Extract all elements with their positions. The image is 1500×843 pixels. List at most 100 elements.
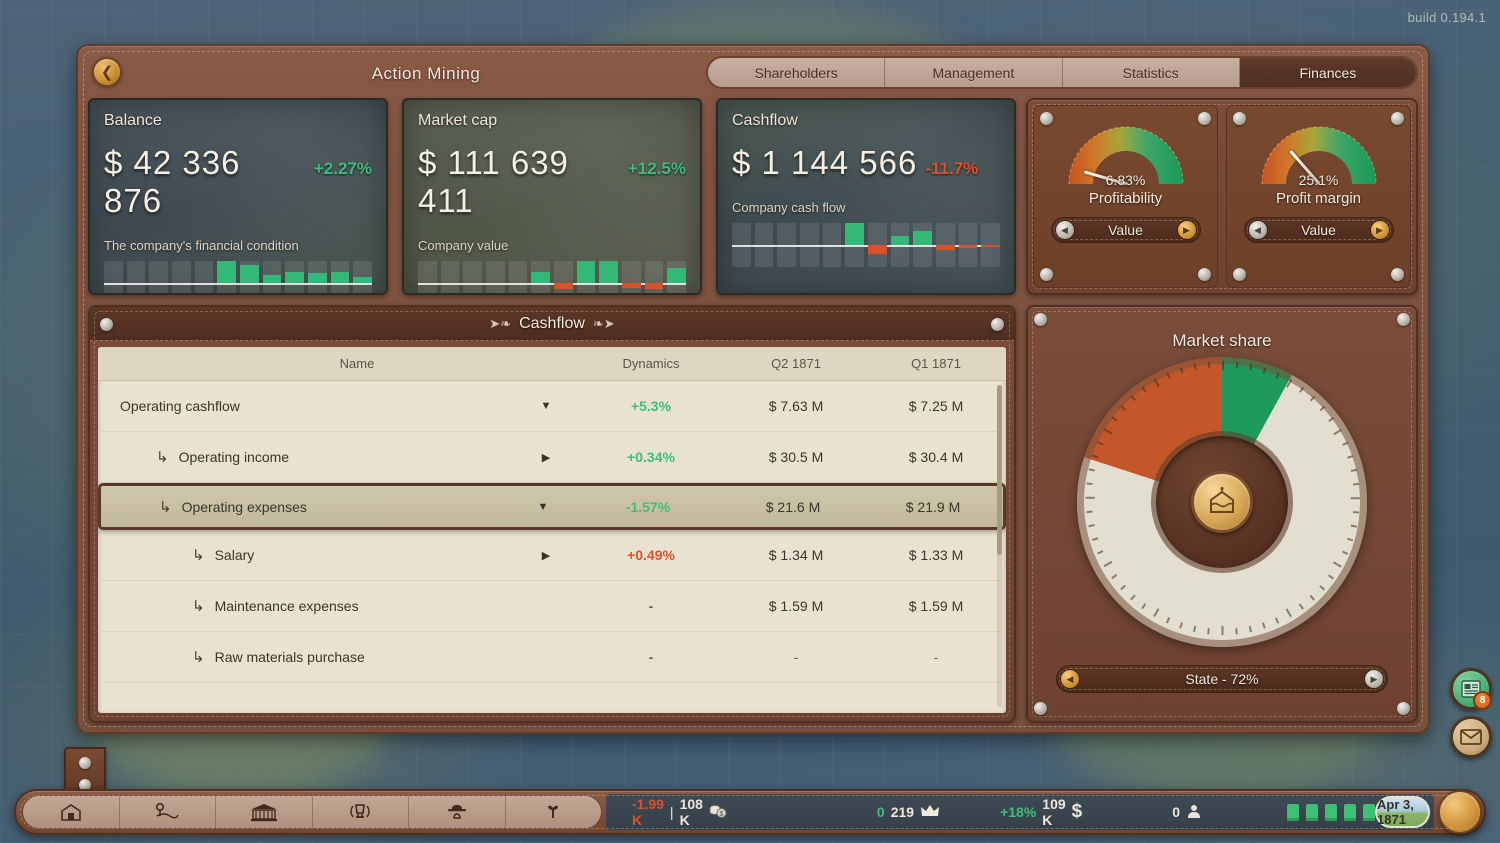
- speed-bar[interactable]: [1306, 803, 1319, 821]
- tree-icon[interactable]: [506, 796, 602, 828]
- scrollbar-thumb[interactable]: [997, 385, 1002, 555]
- sparkline-bar-slot: [599, 261, 619, 293]
- chevron-right-icon[interactable]: ▶: [1176, 220, 1197, 240]
- gauges-panel: 6.83% Profitability ◀ Value ▶ 25.1% Prof…: [1026, 98, 1418, 295]
- sparkline-bar-slot: [958, 223, 978, 267]
- row-name-cell: ↳ Salary: [98, 546, 516, 564]
- row-q1-cell: $ 1.33 M: [908, 547, 964, 563]
- date-display[interactable]: Apr 3, 1871: [1375, 796, 1430, 828]
- government-building-icon[interactable]: [216, 796, 313, 828]
- tab-finances[interactable]: Finances: [1239, 58, 1416, 87]
- floating-buttons: 8: [1450, 668, 1492, 758]
- chevron-left-icon[interactable]: ◀: [1060, 669, 1080, 689]
- gauge-label: Profitability: [1088, 190, 1163, 207]
- sparkline-bar-slot: [194, 261, 214, 293]
- rivet-icon: [991, 318, 1004, 331]
- column-header-q2: Q2 1871: [771, 356, 821, 371]
- table-row[interactable]: Operating cashflow ▼ +5.3% $ 7.63 M $ 7.25 M: [98, 381, 1006, 432]
- game-speed-indicator[interactable]: [1287, 803, 1376, 821]
- row-q1-cell: $ 1.59 M: [908, 598, 964, 614]
- tool-button-group: [22, 795, 602, 829]
- sparkline-bar-slot: [890, 223, 910, 267]
- table-row[interactable]: ↳ Raw materials purchase - - -: [98, 632, 1006, 683]
- row-label: Salary: [214, 547, 255, 563]
- trophy-wreath-icon[interactable]: [313, 796, 409, 828]
- sparkline-bar-slot: [622, 261, 641, 293]
- sparkline-bar: [217, 261, 237, 283]
- rivet-icon: [1198, 268, 1211, 281]
- svg-text:$: $: [719, 811, 723, 818]
- card-subtitle: Company value: [418, 238, 509, 253]
- sparkline-bar-slot: [104, 261, 123, 293]
- chevron-left-icon[interactable]: ◀: [1247, 220, 1268, 240]
- resource-money: -1.99 K | 108 K $: [632, 796, 727, 828]
- crown-icon: [920, 804, 940, 821]
- table-scrollbar[interactable]: [997, 385, 1002, 707]
- sparkline-bar-slot: [126, 261, 146, 293]
- chevron-right-icon[interactable]: ▶: [1369, 220, 1390, 240]
- chevron-right-icon[interactable]: ▶: [516, 549, 576, 562]
- speed-bar[interactable]: [1344, 803, 1357, 821]
- tab-management[interactable]: Management: [885, 58, 1063, 87]
- table-row[interactable]: ↳ Maintenance expenses - $ 1.59 M $ 1.59 M: [98, 581, 1006, 632]
- rivet-icon: [79, 757, 91, 769]
- speed-bar[interactable]: [1287, 803, 1300, 821]
- sparkline-bar: [981, 245, 1001, 248]
- factory-icon[interactable]: [23, 796, 120, 828]
- column-header-dynamics: Dynamics: [622, 356, 680, 371]
- tab-shareholders[interactable]: Shareholders: [708, 58, 886, 87]
- sparkline-bar-slot: [285, 261, 305, 293]
- sub-item-arrow-icon: ↳: [156, 449, 169, 466]
- sparkline-bar-slot: [353, 261, 373, 293]
- envelope-icon[interactable]: [1450, 716, 1492, 758]
- sparkline-bar-slot: [554, 261, 573, 293]
- chevron-left-icon[interactable]: ◀: [1054, 220, 1075, 240]
- leaf-ornament-left-icon: ➤❧: [489, 315, 512, 331]
- sparkline-bar: [554, 283, 573, 290]
- sparkline-bar: [262, 275, 282, 283]
- newspaper-icon[interactable]: 8: [1450, 668, 1492, 710]
- sparkline-bar: [644, 283, 664, 289]
- sparkline-bar: [622, 283, 641, 289]
- stepper-label: Value: [1108, 222, 1143, 238]
- tab-bar: Shareholders Management Statistics Finan…: [706, 56, 1418, 89]
- resource-delta: -1.99 K: [632, 796, 664, 828]
- chevron-right-icon[interactable]: ▶: [516, 451, 576, 464]
- rivet-icon: [1397, 313, 1410, 326]
- sparkline-chart: [732, 221, 1001, 269]
- back-arrow-icon[interactable]: ❮: [92, 57, 122, 87]
- pie-chart-slice-icon[interactable]: [1191, 471, 1253, 533]
- rivet-icon: [1040, 268, 1053, 281]
- spy-hat-icon[interactable]: [409, 796, 506, 828]
- chevron-down-icon[interactable]: ▼: [516, 400, 576, 412]
- sparkline-bar: [240, 264, 259, 283]
- sparkline-bar-slot: [576, 261, 596, 293]
- chevron-down-icon[interactable]: ▼: [513, 501, 573, 513]
- sparkline-bar-slot: [868, 223, 887, 267]
- resource-separator: |: [669, 804, 674, 820]
- money-roll-icon: $: [709, 803, 727, 822]
- row-label: Raw materials purchase: [214, 649, 365, 665]
- cashflow-panel-title: Cashflow: [519, 314, 585, 332]
- table-header-row: Name Dynamics Q2 1871 Q1 1871: [98, 347, 1006, 381]
- sparkline-bar-slot: [149, 261, 169, 293]
- map-pin-icon[interactable]: [120, 796, 216, 828]
- table-row[interactable]: ↳ Salary ▶ +0.49% $ 1.34 M $ 1.33 M: [98, 530, 1006, 581]
- finances-window: ❮ Action Mining Shareholders Management …: [64, 44, 1430, 801]
- gauge-value: 25.1%: [1298, 172, 1339, 188]
- sparkline-bar: [531, 271, 551, 283]
- chevron-right-icon[interactable]: ▶: [1364, 669, 1384, 689]
- sub-item-arrow-icon: ↳: [159, 498, 172, 516]
- table-row[interactable]: ↳ Operating income ▶ +0.34% $ 30.5 M $ 30.4 M: [98, 432, 1006, 483]
- speed-bar[interactable]: [1325, 803, 1338, 821]
- sparkline-bar: [308, 273, 327, 283]
- speed-bar[interactable]: [1363, 803, 1376, 821]
- row-label: Operating expenses: [181, 498, 307, 515]
- sub-item-arrow-icon: ↳: [192, 547, 205, 564]
- row-q2-cell: $ 7.63 M: [768, 398, 824, 414]
- row-name-cell: ↳ Raw materials purchase: [98, 648, 516, 666]
- tab-statistics[interactable]: Statistics: [1063, 58, 1240, 87]
- sparkline-bar-slot: [913, 223, 933, 267]
- clock-icon[interactable]: [1438, 790, 1482, 834]
- table-row[interactable]: ↳ Operating expenses ▼ -1.57% $ 21.6 M $ 21.9…: [98, 483, 1006, 530]
